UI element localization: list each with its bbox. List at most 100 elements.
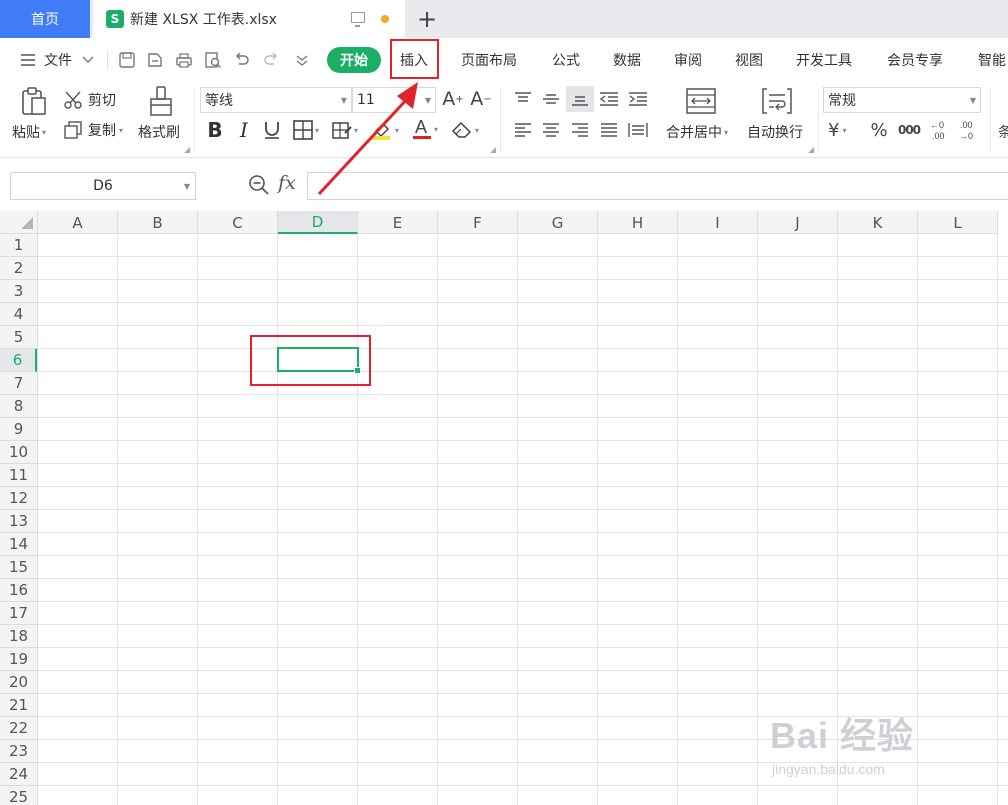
- row-header[interactable]: 6: [0, 349, 37, 372]
- merge-center-button[interactable]: 合并居中 ▾: [666, 122, 728, 142]
- justify-icon[interactable]: [598, 119, 620, 141]
- column-header[interactable]: L: [918, 211, 998, 234]
- tab-page-layout[interactable]: 页面布局: [461, 38, 517, 82]
- row-header[interactable]: 22: [0, 717, 37, 740]
- document-tab[interactable]: S 新建 XLSX 工作表.xlsx: [93, 0, 405, 38]
- percent-button[interactable]: %: [868, 118, 890, 142]
- row-header[interactable]: 8: [0, 395, 37, 418]
- row-header[interactable]: 13: [0, 510, 37, 533]
- thousands-separator-button[interactable]: 000: [896, 118, 922, 142]
- column-header[interactable]: H: [598, 211, 678, 234]
- align-right-icon[interactable]: [569, 119, 591, 141]
- column-header[interactable]: A: [38, 211, 118, 234]
- column-header[interactable]: K: [838, 211, 918, 234]
- paste-button[interactable]: 粘贴 ▾: [12, 122, 46, 142]
- conditional-format-button[interactable]: 条: [998, 122, 1008, 142]
- tab-developer[interactable]: 开发工具: [796, 38, 852, 82]
- row-header[interactable]: 4: [0, 303, 37, 326]
- tab-view[interactable]: 视图: [735, 38, 763, 82]
- tab-member[interactable]: 会员专享: [887, 38, 943, 82]
- column-header[interactable]: C: [198, 211, 278, 234]
- row-header[interactable]: 9: [0, 418, 37, 441]
- decrease-decimal-icon[interactable]: .00 →0: [955, 118, 979, 142]
- group-expand-icon[interactable]: ◢: [184, 145, 190, 154]
- column-header[interactable]: E: [358, 211, 438, 234]
- row-header[interactable]: 3: [0, 280, 37, 303]
- number-format-select[interactable]: 常规 ▼: [823, 87, 981, 113]
- decrease-indent-icon[interactable]: [598, 88, 620, 110]
- increase-font-icon[interactable]: A +: [442, 88, 464, 110]
- wrap-text-button[interactable]: 自动换行: [747, 122, 803, 142]
- column-header[interactable]: B: [118, 211, 198, 234]
- merge-center-icon[interactable]: [684, 86, 718, 116]
- align-top-icon[interactable]: [512, 88, 534, 110]
- undo-icon[interactable]: [233, 51, 251, 69]
- zoom-icon[interactable]: [248, 174, 270, 196]
- row-header[interactable]: 11: [0, 464, 37, 487]
- align-bottom-icon[interactable]: [566, 86, 594, 112]
- file-menu-label: 文件: [44, 53, 72, 69]
- paste-icon[interactable]: [18, 86, 50, 118]
- paste-label: 粘贴: [12, 125, 40, 141]
- row-header[interactable]: 5: [0, 326, 37, 349]
- file-menu[interactable]: 文件: [20, 38, 94, 82]
- align-center-icon[interactable]: [540, 119, 562, 141]
- tab-smart[interactable]: 智能: [978, 38, 1006, 82]
- cut-button[interactable]: 剪切: [64, 90, 116, 110]
- row-header[interactable]: 25: [0, 786, 37, 805]
- print-icon[interactable]: [175, 51, 193, 69]
- row-header[interactable]: 17: [0, 602, 37, 625]
- row-header[interactable]: 19: [0, 648, 37, 671]
- currency-button[interactable]: ¥ ▾: [828, 118, 846, 142]
- print-preview-icon[interactable]: [204, 51, 222, 69]
- save-icon[interactable]: [118, 51, 136, 69]
- tab-data[interactable]: 数据: [613, 38, 641, 82]
- format-painter-button[interactable]: 格式刷: [138, 122, 180, 142]
- row-header[interactable]: 23: [0, 740, 37, 763]
- group-expand-icon[interactable]: ◢: [808, 145, 814, 154]
- wrap-text-icon[interactable]: [760, 86, 794, 116]
- row-header[interactable]: 15: [0, 556, 37, 579]
- row-header[interactable]: 1: [0, 234, 37, 257]
- column-header[interactable]: G: [518, 211, 598, 234]
- row-header[interactable]: 14: [0, 533, 37, 556]
- copy-button[interactable]: 复制 ▾: [64, 120, 123, 140]
- column-header[interactable]: J: [758, 211, 838, 234]
- decrease-font-icon[interactable]: A −: [470, 88, 492, 110]
- format-painter-icon[interactable]: [145, 86, 177, 118]
- name-box[interactable]: D6 ▼: [10, 172, 196, 200]
- redo-icon[interactable]: [262, 51, 280, 69]
- increase-decimal-icon[interactable]: ←0.00: [926, 118, 950, 142]
- bold-icon[interactable]: B: [204, 118, 226, 142]
- monitor-icon[interactable]: [351, 12, 365, 27]
- row-header[interactable]: 21: [0, 694, 37, 717]
- column-header[interactable]: D: [278, 211, 358, 234]
- column-header[interactable]: F: [438, 211, 518, 234]
- clear-icon[interactable]: ▾: [448, 119, 482, 141]
- row-header[interactable]: 24: [0, 763, 37, 786]
- fx-button[interactable]: fx: [278, 172, 296, 194]
- row-header[interactable]: 2: [0, 257, 37, 280]
- row-header[interactable]: 18: [0, 625, 37, 648]
- row-header[interactable]: 7: [0, 372, 37, 395]
- italic-icon[interactable]: I: [233, 118, 255, 142]
- export-icon[interactable]: [146, 51, 164, 69]
- new-tab-button[interactable]: +: [414, 5, 440, 33]
- increase-indent-icon[interactable]: [627, 88, 649, 110]
- group-expand-icon[interactable]: ◢: [490, 145, 496, 154]
- tab-review[interactable]: 审阅: [674, 38, 702, 82]
- distributed-align-icon[interactable]: [627, 119, 649, 141]
- underline-icon[interactable]: [261, 119, 283, 141]
- row-header[interactable]: 16: [0, 579, 37, 602]
- column-header[interactable]: I: [678, 211, 758, 234]
- row-header[interactable]: 20: [0, 671, 37, 694]
- customize-dropdown-icon[interactable]: [293, 51, 311, 69]
- select-all-corner[interactable]: [0, 211, 38, 234]
- tab-formulas[interactable]: 公式: [552, 38, 580, 82]
- align-left-icon[interactable]: [512, 119, 534, 141]
- row-header[interactable]: 12: [0, 487, 37, 510]
- home-tab[interactable]: 首页: [0, 0, 90, 38]
- row-header[interactable]: 10: [0, 441, 37, 464]
- align-middle-icon[interactable]: [540, 88, 562, 110]
- merge-center-label: 合并居中: [666, 125, 722, 141]
